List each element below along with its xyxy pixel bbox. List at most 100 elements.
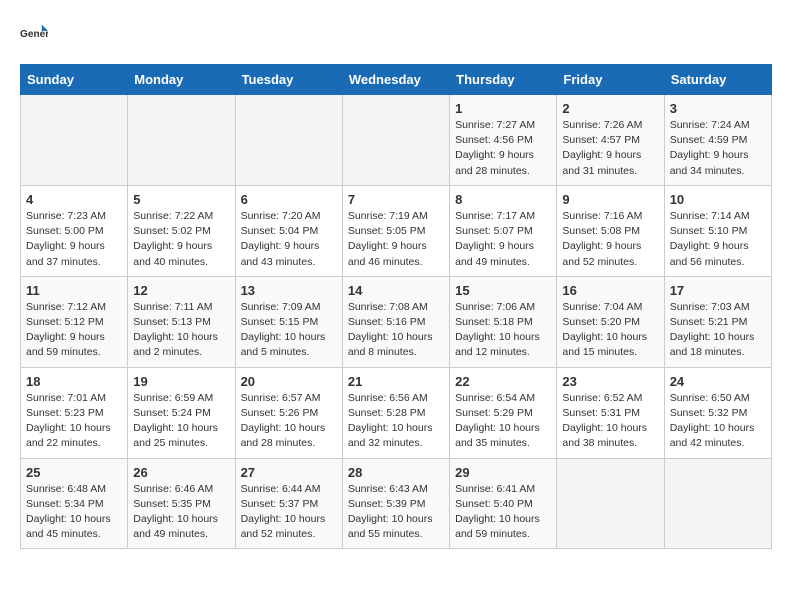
day-number: 19 xyxy=(133,374,229,389)
day-info: Sunrise: 6:59 AM Sunset: 5:24 PM Dayligh… xyxy=(133,391,229,452)
day-cell: 11 Sunrise: 7:12 AM Sunset: 5:12 PM Dayli… xyxy=(21,276,128,367)
day-number: 3 xyxy=(670,101,766,116)
day-number: 11 xyxy=(26,283,122,298)
day-info: Sunrise: 7:24 AM Sunset: 4:59 PM Dayligh… xyxy=(670,118,766,179)
day-cell xyxy=(342,95,449,186)
day-number: 13 xyxy=(241,283,337,298)
day-info: Sunrise: 6:48 AM Sunset: 5:34 PM Dayligh… xyxy=(26,482,122,543)
day-info: Sunrise: 7:22 AM Sunset: 5:02 PM Dayligh… xyxy=(133,209,229,270)
day-number: 6 xyxy=(241,192,337,207)
day-cell: 10 Sunrise: 7:14 AM Sunset: 5:10 PM Dayli… xyxy=(664,185,771,276)
day-number: 4 xyxy=(26,192,122,207)
day-info: Sunrise: 6:56 AM Sunset: 5:28 PM Dayligh… xyxy=(348,391,444,452)
day-info: Sunrise: 6:46 AM Sunset: 5:35 PM Dayligh… xyxy=(133,482,229,543)
week-row-1: 1 Sunrise: 7:27 AM Sunset: 4:56 PM Daylig… xyxy=(21,95,772,186)
day-info: Sunrise: 7:12 AM Sunset: 5:12 PM Dayligh… xyxy=(26,300,122,361)
day-cell: 25 Sunrise: 6:48 AM Sunset: 5:34 PM Dayli… xyxy=(21,458,128,549)
day-info: Sunrise: 7:27 AM Sunset: 4:56 PM Dayligh… xyxy=(455,118,551,179)
day-number: 28 xyxy=(348,465,444,480)
day-info: Sunrise: 6:54 AM Sunset: 5:29 PM Dayligh… xyxy=(455,391,551,452)
day-cell: 20 Sunrise: 6:57 AM Sunset: 5:26 PM Dayli… xyxy=(235,367,342,458)
header-wednesday: Wednesday xyxy=(342,65,449,95)
day-number: 15 xyxy=(455,283,551,298)
day-number: 23 xyxy=(562,374,658,389)
day-cell: 28 Sunrise: 6:43 AM Sunset: 5:39 PM Dayli… xyxy=(342,458,449,549)
day-cell: 15 Sunrise: 7:06 AM Sunset: 5:18 PM Dayli… xyxy=(450,276,557,367)
day-info: Sunrise: 7:16 AM Sunset: 5:08 PM Dayligh… xyxy=(562,209,658,270)
day-cell: 1 Sunrise: 7:27 AM Sunset: 4:56 PM Daylig… xyxy=(450,95,557,186)
day-cell: 9 Sunrise: 7:16 AM Sunset: 5:08 PM Daylig… xyxy=(557,185,664,276)
day-info: Sunrise: 7:11 AM Sunset: 5:13 PM Dayligh… xyxy=(133,300,229,361)
week-row-2: 4 Sunrise: 7:23 AM Sunset: 5:00 PM Daylig… xyxy=(21,185,772,276)
day-number: 25 xyxy=(26,465,122,480)
day-number: 7 xyxy=(348,192,444,207)
day-cell: 2 Sunrise: 7:26 AM Sunset: 4:57 PM Daylig… xyxy=(557,95,664,186)
day-cell: 17 Sunrise: 7:03 AM Sunset: 5:21 PM Dayli… xyxy=(664,276,771,367)
day-number: 2 xyxy=(562,101,658,116)
day-cell: 16 Sunrise: 7:04 AM Sunset: 5:20 PM Dayli… xyxy=(557,276,664,367)
header-monday: Monday xyxy=(128,65,235,95)
day-info: Sunrise: 7:06 AM Sunset: 5:18 PM Dayligh… xyxy=(455,300,551,361)
day-info: Sunrise: 7:26 AM Sunset: 4:57 PM Dayligh… xyxy=(562,118,658,179)
day-number: 18 xyxy=(26,374,122,389)
day-number: 12 xyxy=(133,283,229,298)
day-cell: 12 Sunrise: 7:11 AM Sunset: 5:13 PM Dayli… xyxy=(128,276,235,367)
day-cell: 24Sunrise: 6:50 AM Sunset: 5:32 PM Dayli… xyxy=(664,367,771,458)
day-info: Sunrise: 7:04 AM Sunset: 5:20 PM Dayligh… xyxy=(562,300,658,361)
day-info: Sunrise: 7:17 AM Sunset: 5:07 PM Dayligh… xyxy=(455,209,551,270)
day-info: Sunrise: 7:09 AM Sunset: 5:15 PM Dayligh… xyxy=(241,300,337,361)
day-cell xyxy=(235,95,342,186)
day-cell: 7 Sunrise: 7:19 AM Sunset: 5:05 PM Daylig… xyxy=(342,185,449,276)
day-number: 22 xyxy=(455,374,551,389)
day-cell: 3 Sunrise: 7:24 AM Sunset: 4:59 PM Daylig… xyxy=(664,95,771,186)
header-saturday: Saturday xyxy=(664,65,771,95)
day-info: Sunrise: 7:03 AM Sunset: 5:21 PM Dayligh… xyxy=(670,300,766,361)
week-row-3: 11 Sunrise: 7:12 AM Sunset: 5:12 PM Dayli… xyxy=(21,276,772,367)
header-friday: Friday xyxy=(557,65,664,95)
day-info: Sunrise: 7:20 AM Sunset: 5:04 PM Dayligh… xyxy=(241,209,337,270)
day-cell: 19 Sunrise: 6:59 AM Sunset: 5:24 PM Dayli… xyxy=(128,367,235,458)
day-info: Sunrise: 7:01 AM Sunset: 5:23 PM Dayligh… xyxy=(26,391,122,452)
header-thursday: Thursday xyxy=(450,65,557,95)
day-cell: 4 Sunrise: 7:23 AM Sunset: 5:00 PM Daylig… xyxy=(21,185,128,276)
day-cell: 26 Sunrise: 6:46 AM Sunset: 5:35 PM Dayli… xyxy=(128,458,235,549)
day-cell: 18 Sunrise: 7:01 AM Sunset: 5:23 PM Dayli… xyxy=(21,367,128,458)
day-info: Sunrise: 7:19 AM Sunset: 5:05 PM Dayligh… xyxy=(348,209,444,270)
day-cell xyxy=(128,95,235,186)
day-info: Sunrise: 6:44 AM Sunset: 5:37 PM Dayligh… xyxy=(241,482,337,543)
day-cell: 22 Sunrise: 6:54 AM Sunset: 5:29 PM Dayli… xyxy=(450,367,557,458)
header-tuesday: Tuesday xyxy=(235,65,342,95)
day-cell xyxy=(21,95,128,186)
day-number: 26 xyxy=(133,465,229,480)
day-info: Sunrise: 7:14 AM Sunset: 5:10 PM Dayligh… xyxy=(670,209,766,270)
day-info: Sunrise: 6:43 AM Sunset: 5:39 PM Dayligh… xyxy=(348,482,444,543)
day-cell xyxy=(664,458,771,549)
day-cell: 6 Sunrise: 7:20 AM Sunset: 5:04 PM Daylig… xyxy=(235,185,342,276)
page-header: General xyxy=(20,20,772,48)
day-info: Sunrise: 6:57 AM Sunset: 5:26 PM Dayligh… xyxy=(241,391,337,452)
day-number: 21 xyxy=(348,374,444,389)
logo: General xyxy=(20,20,52,48)
week-row-5: 25 Sunrise: 6:48 AM Sunset: 5:34 PM Dayli… xyxy=(21,458,772,549)
day-number: 16 xyxy=(562,283,658,298)
logo-icon: General xyxy=(20,20,48,48)
day-number: 8 xyxy=(455,192,551,207)
day-info: Sunrise: 7:08 AM Sunset: 5:16 PM Dayligh… xyxy=(348,300,444,361)
day-number: 10 xyxy=(670,192,766,207)
day-number: 9 xyxy=(562,192,658,207)
header-sunday: Sunday xyxy=(21,65,128,95)
week-row-4: 18 Sunrise: 7:01 AM Sunset: 5:23 PM Dayli… xyxy=(21,367,772,458)
day-info: Sunrise: 7:23 AM Sunset: 5:00 PM Dayligh… xyxy=(26,209,122,270)
day-cell xyxy=(557,458,664,549)
day-info: Sunrise: 6:41 AM Sunset: 5:40 PM Dayligh… xyxy=(455,482,551,543)
header-row: SundayMondayTuesdayWednesdayThursdayFrid… xyxy=(21,65,772,95)
day-number: 1 xyxy=(455,101,551,116)
day-number: 20 xyxy=(241,374,337,389)
day-number: 14 xyxy=(348,283,444,298)
day-number: 27 xyxy=(241,465,337,480)
calendar-table: SundayMondayTuesdayWednesdayThursdayFrid… xyxy=(20,64,772,549)
day-cell: 27 Sunrise: 6:44 AM Sunset: 5:37 PM Dayli… xyxy=(235,458,342,549)
day-cell: 21 Sunrise: 6:56 AM Sunset: 5:28 PM Dayli… xyxy=(342,367,449,458)
day-cell: 23Sunrise: 6:52 AM Sunset: 5:31 PM Dayli… xyxy=(557,367,664,458)
day-number: 17 xyxy=(670,283,766,298)
